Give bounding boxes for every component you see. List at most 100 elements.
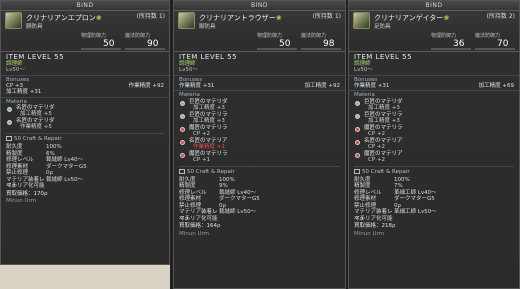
materia-orb-icon	[355, 100, 360, 106]
bind-label: BIND	[174, 1, 345, 11]
sell-price: 買取価格：164ρ	[179, 223, 221, 230]
owned-count: (所持数 1)	[312, 13, 341, 20]
materia-slot[interactable]: 巨匠のマテリダ 加工精度 +3	[349, 99, 519, 112]
stat-bar	[301, 48, 341, 50]
stat-bar	[81, 48, 121, 50]
bonuses-title: Bonuses	[174, 74, 345, 83]
hq-icon: ❀	[443, 14, 450, 22]
item-name-text: クリナリアントラウザー	[199, 14, 276, 22]
bonus-row: 加工精度 +31	[1, 89, 169, 95]
bonus-row: 作業精度 +31 加工精度 +69	[349, 83, 519, 89]
materia-title: Materia	[1, 96, 169, 105]
required-level: Lv50～	[354, 67, 373, 74]
item-category: 足防具	[374, 24, 391, 30]
item-tooltip-trousers: BIND クリナリアントラウザー❀ (所持数 1) 脚防具 物理防御力 50 魔法防御力 98…	[173, 0, 346, 289]
bonus-left: 作業精度 +31	[354, 82, 390, 89]
crafter-name: Minun Urm	[354, 230, 385, 237]
materia-orb-icon	[355, 139, 360, 145]
bonuses-title: Bonuses	[1, 74, 169, 83]
hq-icon: ❀	[275, 14, 282, 22]
stat-bar	[431, 48, 471, 50]
craft-repair: 50 Craft & Repair	[6, 132, 164, 142]
materia-orb-icon	[180, 113, 185, 119]
craft-repair-label: 50 Craft & Repair	[187, 168, 235, 175]
hq-icon: ❀	[95, 14, 102, 22]
detail-key: マテリア化可能	[6, 183, 45, 190]
bonus-row: 作業精度 +31 加工精度 +92	[174, 83, 345, 89]
detail-key: マテリア化可能	[354, 215, 393, 222]
materia-orb-icon	[180, 139, 185, 145]
sell-price: 買取価格：218ρ	[354, 223, 396, 230]
item-name-text: クリナリアンゲイター	[374, 14, 444, 22]
background-area	[0, 265, 170, 289]
detail-value	[219, 216, 340, 223]
materia-orb-icon	[355, 126, 360, 132]
materia-slot[interactable]: 名匠のマテリア 作業精度 +1	[174, 138, 345, 151]
hammer-icon	[179, 168, 185, 174]
crafter-name: Minun Urm	[6, 198, 37, 205]
materia-effect: CP +1	[193, 156, 211, 163]
required-level: Lv50～	[6, 67, 25, 74]
item-level: ITEM LEVEL 55	[174, 51, 345, 61]
bonus-right: 加工精度 +69	[478, 82, 514, 89]
materia-slot[interactable]: 巨匠のマテリダ 加工精度 +3	[174, 99, 345, 112]
materia-slot[interactable]: 魔匠のマテリラ CP +1	[174, 151, 345, 164]
hammer-icon	[6, 135, 12, 141]
bind-label: BIND	[1, 1, 169, 11]
materia-effect: 加工精度 +3	[368, 117, 400, 124]
craft-repair: 50 Craft & Repair	[179, 165, 340, 175]
materia-orb-icon	[180, 126, 185, 132]
materia-slot[interactable]: 名匠のマテリダ 作業精度 +5	[1, 118, 169, 131]
item-category: 胴防具	[26, 24, 43, 30]
materia-slot[interactable]: 巨匠のマテリラ 加工精度 +3	[174, 112, 345, 125]
materia-effect: 作業精度 +1	[193, 143, 225, 150]
sell-price: 買取価格：170ρ	[6, 190, 48, 197]
craft-repair: 50 Craft & Repair	[354, 165, 514, 175]
detail-value	[46, 183, 164, 190]
stat-bar	[475, 48, 515, 50]
detail-key: マテリア化可能	[179, 215, 218, 222]
item-name: クリナリアントラウザー❀	[199, 14, 282, 22]
item-category: 脚防具	[199, 24, 216, 30]
materia-effect: CP +2	[193, 130, 211, 137]
bind-label: BIND	[349, 1, 519, 11]
item-name-text: クリナリアンエプロン	[26, 14, 96, 22]
item-level: ITEM LEVEL 55	[349, 51, 519, 61]
materia-effect: 加工精度 +3	[368, 104, 400, 111]
materia-effect: 作業精度 +5	[20, 124, 52, 131]
owned-count: (所持数 2)	[486, 13, 515, 20]
materia-slot[interactable]: 巨匠のマテリラ 加工精度 +3	[349, 112, 519, 125]
materia-effect: 加工精度 +5	[20, 111, 52, 118]
bonus-left: 作業精度 +31	[179, 82, 215, 89]
owned-count: (所持数 1)	[136, 13, 165, 20]
materia-effect: CP +2	[368, 143, 386, 150]
bonus-left: 加工精度 +31	[6, 89, 42, 96]
materia-effect: 加工精度 +3	[193, 104, 225, 111]
materia-orb-icon	[355, 113, 360, 119]
bonus-right: 加工精度 +92	[304, 82, 340, 89]
materia-orb-icon	[180, 100, 185, 106]
materia-title: Materia	[349, 90, 519, 98]
detail-row: マテリア化可能	[174, 216, 345, 223]
item-icon	[178, 12, 195, 29]
item-level: ITEM LEVEL 55	[1, 51, 169, 61]
materia-slot[interactable]: 名匠のマテリダ 加工精度 +5	[1, 105, 169, 118]
item-header: クリナリアンエプロン❀ (所持数 1) 胴防具 物理防御力 50 魔法防御力 90	[1, 11, 169, 50]
materia-slot[interactable]: 魔匠のマテリア CP +2	[349, 151, 519, 164]
item-icon	[353, 12, 370, 29]
materia-slot[interactable]: 魔匠のマテリラ CP +2	[174, 125, 345, 138]
item-icon	[5, 12, 22, 29]
materia-effect: CP +2	[368, 156, 386, 163]
detail-value	[394, 216, 514, 223]
bonus-right: 作業精度 +92	[128, 82, 164, 89]
materia-effect: 加工精度 +3	[193, 117, 225, 124]
materia-slot[interactable]: 名匠のマテリア CP +2	[349, 138, 519, 151]
stat-bar	[125, 48, 165, 50]
materia-title: Materia	[174, 90, 345, 98]
item-header: クリナリアントラウザー❀ (所持数 1) 脚防具 物理防御力 50 魔法防御力 98	[174, 11, 345, 50]
craft-repair-label: 50 Craft & Repair	[14, 135, 62, 142]
materia-slot[interactable]: 魔匠のマテリラ CP +2	[349, 125, 519, 138]
materia-orb-icon	[7, 106, 12, 112]
materia-orb-icon	[355, 152, 360, 158]
bonuses-title: Bonuses	[349, 74, 519, 83]
